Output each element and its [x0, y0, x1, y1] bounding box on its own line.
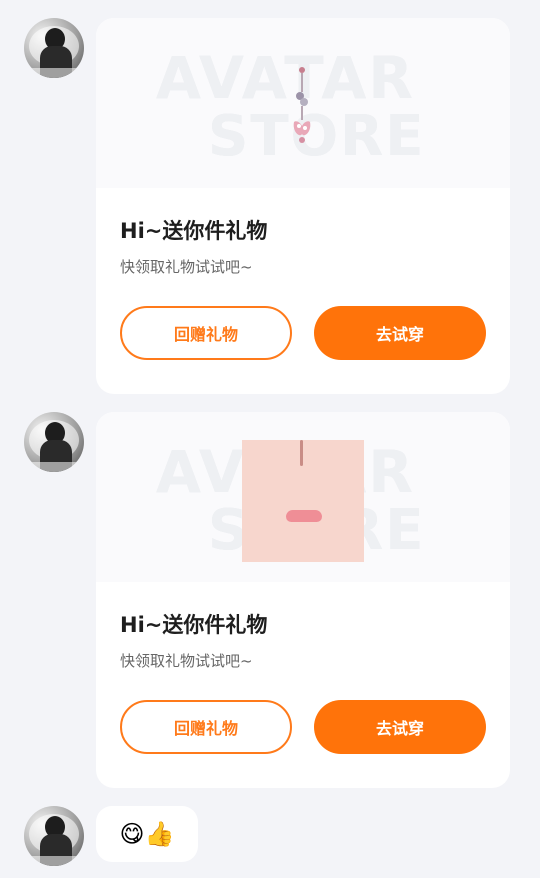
gift-actions: 回赠礼物 去试穿	[120, 306, 486, 360]
return-gift-button[interactable]: 回赠礼物	[120, 700, 292, 754]
gift-card[interactable]: AVATAR STORE Hi~送你件礼物 快领取礼物试试吧~ 回赠礼物 去试穿	[96, 18, 510, 394]
try-on-button[interactable]: 去试穿	[314, 306, 486, 360]
avatar-ground	[24, 68, 84, 78]
face-makeup-item	[242, 440, 364, 562]
try-on-button[interactable]: 去试穿	[314, 700, 486, 754]
avatar-ground	[24, 856, 84, 866]
emoji-text: 😋👍	[119, 820, 175, 848]
avatar[interactable]	[24, 412, 84, 472]
gift-title: Hi~送你件礼物	[120, 613, 268, 637]
emoji-bubble[interactable]: 😋👍	[96, 806, 198, 862]
lips-icon	[286, 510, 322, 522]
avatar[interactable]	[24, 806, 84, 866]
avatar[interactable]	[24, 18, 84, 78]
return-gift-button[interactable]: 回赠礼物	[120, 306, 292, 360]
gift-subtitle: 快领取礼物试试吧~	[120, 652, 253, 670]
earring-item-icon	[293, 67, 311, 143]
gift-card[interactable]: AVATAR STORE Hi~送你件礼物 快领取礼物试试吧~ 回赠礼物 去试穿	[96, 412, 510, 788]
gift-title: Hi~送你件礼物	[120, 219, 268, 243]
gift-subtitle: 快领取礼物试试吧~	[120, 258, 253, 276]
gift-preview-image: AVATAR STORE	[96, 18, 510, 188]
gift-card-body: Hi~送你件礼物 快领取礼物试试吧~ 回赠礼物 去试穿	[96, 612, 510, 776]
nose-line-icon	[300, 440, 303, 466]
gift-actions: 回赠礼物 去试穿	[120, 700, 486, 754]
avatar-ground	[24, 462, 84, 472]
gift-preview-image: AVATAR STORE	[96, 412, 510, 582]
gift-card-body: Hi~送你件礼物 快领取礼物试试吧~ 回赠礼物 去试穿	[96, 218, 510, 382]
